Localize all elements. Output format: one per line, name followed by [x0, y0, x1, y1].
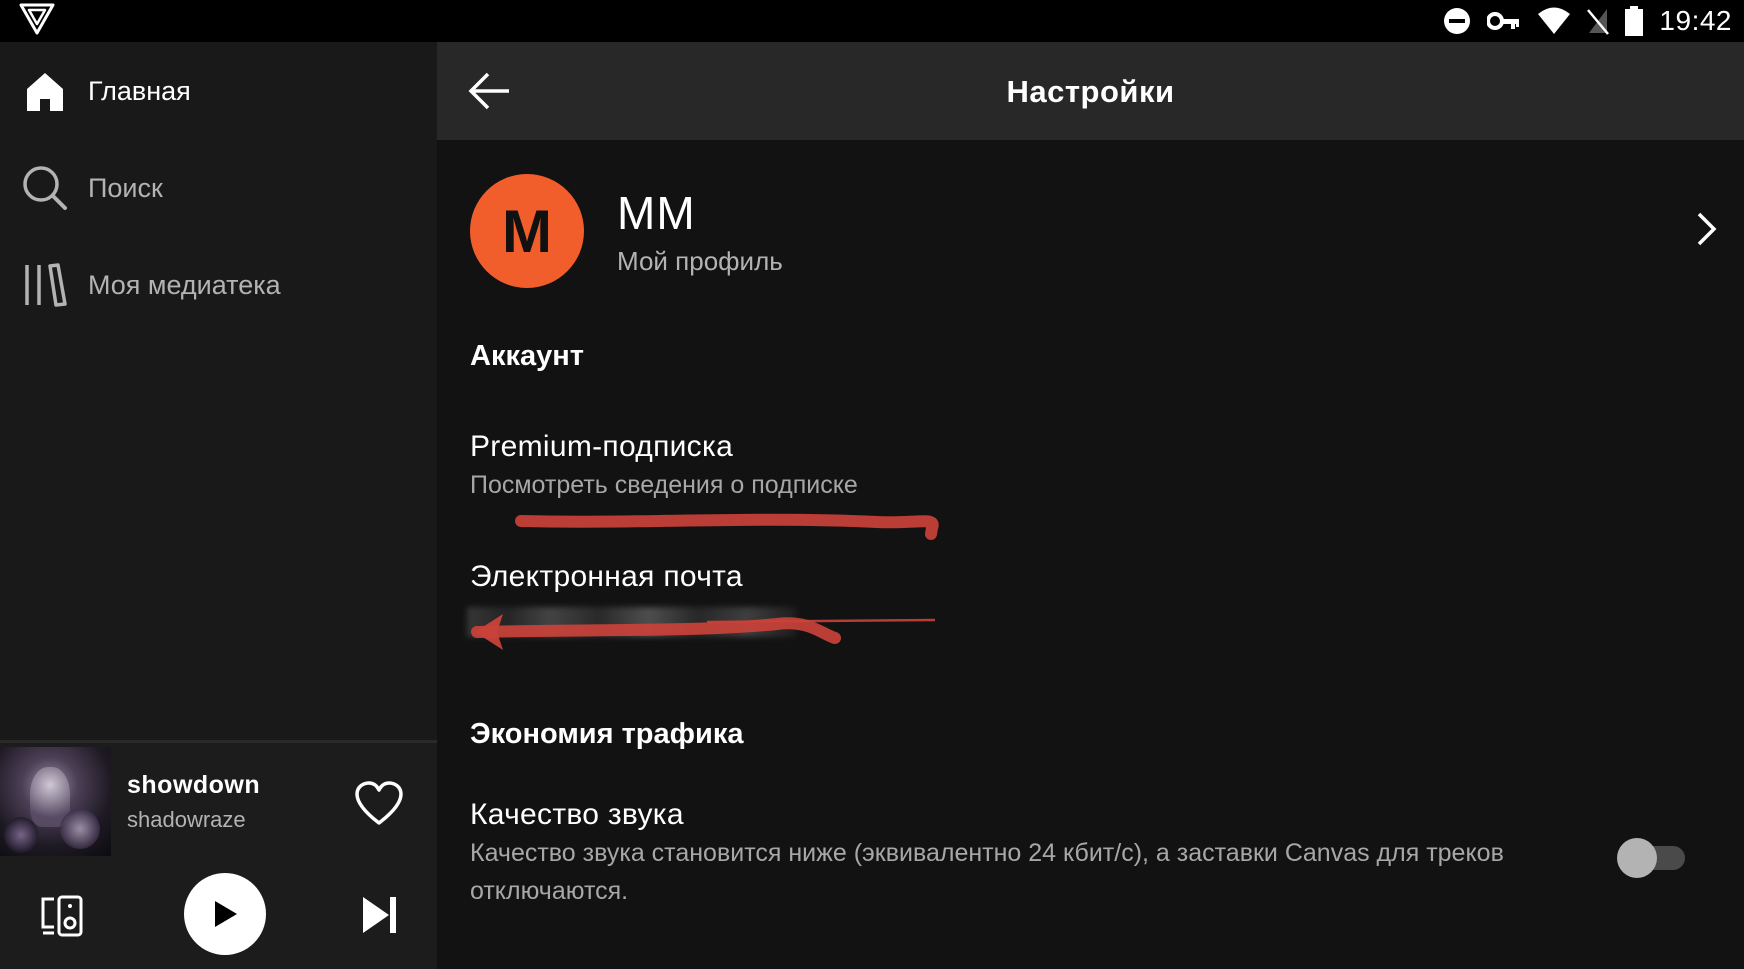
chevron-right-icon	[1697, 212, 1717, 246]
album-cover[interactable]	[0, 747, 111, 856]
sidebar-item-label: Моя медиатека	[88, 269, 281, 300]
home-icon	[22, 68, 68, 114]
audio-quality-title: Качество звука	[470, 798, 684, 831]
profile-row[interactable]: M MM Мой профиль	[437, 164, 1744, 294]
sidebar-item-library[interactable]: Моя медиатека	[22, 255, 281, 315]
sidebar-item-label: Главная	[88, 75, 191, 106]
do-not-disturb-icon	[1444, 8, 1471, 34]
vpn-key-icon	[1487, 12, 1520, 30]
status-bar: 19:42	[0, 0, 1744, 42]
now-playing-bar: showdown shadowraze	[0, 740, 437, 969]
like-button[interactable]	[354, 779, 404, 829]
premium-subtitle: Посмотреть сведения о подписке	[470, 471, 858, 499]
track-title[interactable]: showdown	[127, 771, 260, 800]
library-icon	[22, 262, 68, 308]
no-sim-icon	[1587, 9, 1610, 35]
battery-icon	[1625, 6, 1644, 36]
play-icon	[215, 901, 237, 927]
avatar: M	[470, 174, 584, 288]
section-header-account: Аккаунт	[470, 340, 584, 372]
next-track-button[interactable]	[360, 893, 400, 937]
profile-name: MM	[617, 187, 696, 239]
wifi-icon	[1538, 7, 1571, 34]
settings-page: Настройки M MM Мой профиль Аккаунт Premi…	[437, 42, 1744, 969]
sidebar-item-search[interactable]: Поиск	[22, 158, 163, 218]
play-button[interactable]	[184, 873, 266, 955]
status-icons: 19:42	[1443, 0, 1732, 42]
top-bar: Настройки	[437, 42, 1744, 140]
email-title: Электронная почта	[470, 560, 743, 593]
heart-icon	[355, 781, 403, 825]
vpn-shield-logo-icon	[19, 3, 55, 35]
page-title: Настройки	[1006, 74, 1175, 109]
devices-icon	[41, 895, 83, 937]
email-value-redacted	[467, 607, 797, 637]
toggle-knob	[1617, 838, 1657, 878]
skip-next-icon	[363, 897, 396, 933]
connect-devices-button[interactable]	[40, 893, 86, 939]
audio-quality-description: Качество звука становится ниже (эквивале…	[470, 839, 1504, 905]
annotation-underline	[515, 513, 939, 540]
premium-title: Premium-подписка	[470, 430, 734, 463]
track-artist[interactable]: shadowraze	[127, 807, 246, 833]
search-icon	[22, 165, 68, 211]
sidebar-item-label: Поиск	[88, 172, 163, 203]
section-header-data-saver: Экономия трафика	[470, 718, 744, 750]
clock: 19:42	[1659, 5, 1732, 36]
profile-subtitle: Мой профиль	[617, 246, 783, 276]
sidebar-item-home[interactable]: Главная	[22, 61, 191, 121]
audio-quality-toggle[interactable]	[1617, 836, 1687, 878]
